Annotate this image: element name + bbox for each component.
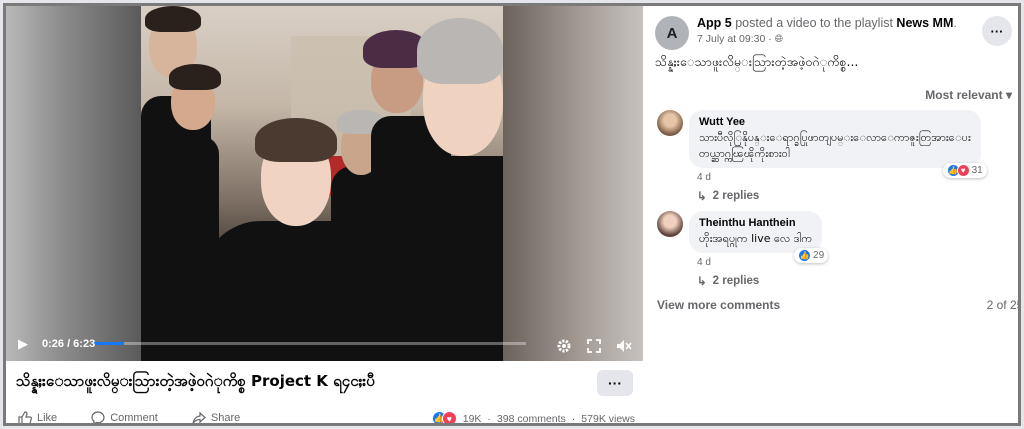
post-date-line: 7 July at 09:30 · 🌐︎	[697, 33, 784, 45]
comment-item: Theinthu Hanthein ဟိုးအရပ္ဂုက live လေ ဒါ…	[657, 211, 829, 263]
comment-time[interactable]: 4 d	[697, 172, 711, 183]
video-column: ▶ 0:26 / 6:23 သိန္နႈးေသာဖူးလိမ္းသြားတဲ့အ…	[6, 6, 643, 423]
comment-item: Wutt Yee သားပီလိုြနိုပန္းေရာဂ္ခပြုဖာတျပမ…	[657, 110, 987, 178]
reaction-count[interactable]: 19K	[463, 413, 482, 424]
commenter-name[interactable]: Wutt Yee	[699, 116, 971, 128]
video-controls: ▶ 0:26 / 6:23	[6, 327, 643, 361]
post-attribution: App 5 posted a video to the playlist New…	[697, 16, 957, 30]
love-reaction-icon: ♥	[956, 164, 970, 177]
post-stats: 👍 ♥ 19K · 398 comments · 579K views	[431, 411, 635, 425]
comment-count[interactable]: 398 comments	[497, 413, 566, 424]
video-controls-right	[555, 337, 633, 355]
comment-bubble-icon	[91, 411, 105, 423]
comment-reactions[interactable]: 👍 ♥ 31	[942, 163, 987, 178]
video-blur-left	[6, 6, 141, 361]
thumbs-up-icon	[18, 411, 32, 423]
volume-muted-icon[interactable]	[615, 337, 633, 355]
comment-bubble: Wutt Yee သားပီလိုြနိုပန္းေရာဂ္ခပြုဖာတျပမ…	[689, 110, 987, 178]
view-replies-link[interactable]: ↳ 2 replies	[697, 274, 759, 288]
chevron-down-icon: ▾	[1005, 88, 1012, 102]
page-avatar[interactable]: A	[655, 16, 689, 50]
reaction-icons[interactable]: 👍 ♥	[431, 411, 457, 423]
play-icon[interactable]: ▶	[14, 335, 32, 353]
share-button[interactable]: Share	[192, 411, 241, 424]
comment-text-line2: တယ္ဆာဂ္ကၽြၽိုကိုးစား၀ါ	[699, 147, 790, 160]
comment-bubble: Theinthu Hanthein ဟိုးအရပ္ဂုက live လေ ဒါ…	[689, 211, 829, 263]
comment-text: ဟိုးအရပ္ဂုက live လေ ဒါက	[699, 232, 813, 245]
comment-label: Comment	[110, 412, 158, 424]
reply-arrow-icon: ↳	[697, 276, 707, 288]
video-title-row: သိန္နႈးေသာဖူးလိမ္းသြားတဲ့အဖဲ့၀ဂဲုကိစ္စ P…	[6, 361, 643, 405]
action-bar: Like Comment Share 👍 ♥ 19K · 398 comment…	[6, 407, 643, 425]
comment-reactions[interactable]: 👍 29	[794, 248, 829, 263]
more-options-button[interactable]: ···	[597, 370, 633, 396]
post-header: A App 5 posted a video to the playlist N…	[655, 16, 957, 50]
settings-gear-icon[interactable]	[555, 337, 573, 355]
like-button[interactable]: Like	[18, 411, 58, 424]
video-blur-right	[503, 6, 643, 361]
post-date[interactable]: 7 July at 09:30	[697, 33, 765, 45]
comment-pagination-count: 2 of 257	[986, 298, 1018, 312]
view-replies-link[interactable]: ↳ 2 replies	[697, 189, 759, 203]
globe-icon: 🌐︎	[774, 33, 784, 45]
like-label: Like	[37, 412, 58, 424]
post-options-button[interactable]: ···	[982, 16, 1012, 46]
share-label: Share	[210, 412, 241, 424]
author-name[interactable]: App 5	[697, 16, 732, 30]
love-reaction-icon: ♥	[441, 411, 457, 423]
view-count: 579K views	[581, 412, 635, 425]
post-viewer-frame: ▶ 0:26 / 6:23 သိန္နႈးေသာဖူးလိမ္းသြားတဲ့အ…	[3, 3, 1021, 426]
commenter-avatar[interactable]	[657, 110, 683, 136]
video-player[interactable]: ▶ 0:26 / 6:23	[6, 6, 643, 361]
reply-arrow-icon: ↳	[697, 191, 707, 203]
attribution-verb: posted a video to the playlist	[731, 16, 897, 30]
view-more-comments-link[interactable]: View more comments	[657, 298, 780, 312]
comment-text: သားပီလိုြနိုပန္းေရာဂ္ခပြုဖာတျပမ္းေလာေကာဇ…	[699, 131, 971, 144]
video-time: 0:26 / 6:23	[42, 338, 96, 350]
video-title: သိန္နႈးေသာဖူးလိမ္းသြားတဲ့အဖဲ့၀ဂဲုကိစ္စ P…	[16, 372, 375, 390]
commenter-name[interactable]: Theinthu Hanthein	[699, 217, 812, 229]
post-text: သိန္နႈးေသာဖူးလိမ္းသြားတဲ့အဖဲ့၀ဂဲုကိစ္စ..…	[655, 54, 859, 69]
commenter-avatar[interactable]	[657, 211, 683, 237]
comment-button[interactable]: Comment	[91, 411, 158, 424]
video-frame	[141, 6, 503, 361]
share-arrow-icon	[192, 411, 206, 423]
like-reaction-icon: 👍	[798, 249, 812, 262]
comment-time[interactable]: 4 d	[697, 257, 711, 268]
playlist-link[interactable]: News MM	[896, 16, 953, 30]
comment-sort-dropdown[interactable]: Most relevant ▾	[925, 88, 1012, 102]
fullscreen-icon[interactable]	[585, 337, 603, 355]
comments-column: A App 5 posted a video to the playlist N…	[643, 6, 1018, 423]
